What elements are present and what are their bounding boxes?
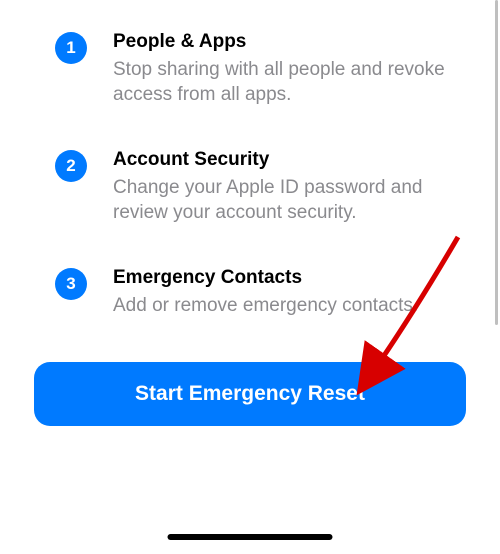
step-text-block: Emergency Contacts Add or remove emergen… [113,266,460,318]
step-number-badge: 3 [55,268,87,300]
step-title: People & Apps [113,30,460,55]
step-2: 2 Account Security Change your Apple ID … [55,148,460,226]
step-text-block: People & Apps Stop sharing with all peop… [113,30,460,108]
scroll-indicator[interactable] [495,0,498,325]
step-3: 3 Emergency Contacts Add or remove emerg… [55,266,460,318]
step-number-badge: 1 [55,32,87,64]
step-description: Add or remove emergency contacts. [113,293,460,319]
step-number-badge: 2 [55,150,87,182]
step-text-block: Account Security Change your Apple ID pa… [113,148,460,226]
step-title: Account Security [113,148,460,173]
step-description: Stop sharing with all people and revoke … [113,57,460,108]
step-title: Emergency Contacts [113,266,460,291]
start-emergency-reset-button[interactable]: Start Emergency Reset [34,362,466,426]
step-1: 1 People & Apps Stop sharing with all pe… [55,30,460,108]
home-indicator[interactable] [168,534,333,540]
step-description: Change your Apple ID password and review… [113,175,460,226]
steps-list: 1 People & Apps Stop sharing with all pe… [0,0,500,318]
